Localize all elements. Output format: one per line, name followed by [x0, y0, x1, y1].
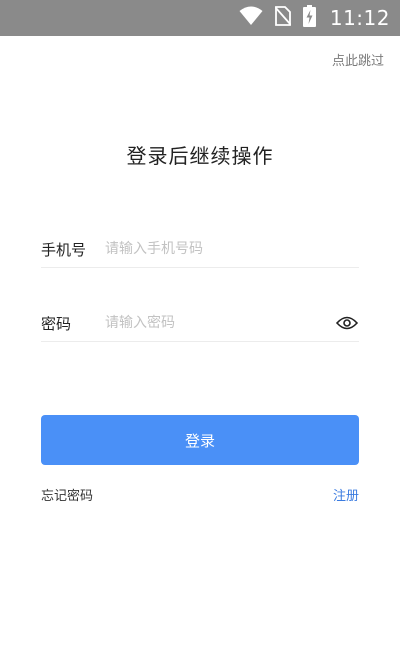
password-label: 密码 [41, 314, 72, 333]
phone-input[interactable] [105, 234, 359, 264]
password-field-row: 密码 [41, 305, 359, 342]
phone-field-row: 手机号 [41, 231, 359, 268]
forgot-password-link[interactable]: 忘记密码 [41, 485, 93, 504]
password-input[interactable] [105, 308, 335, 338]
status-time: 11:12 [329, 6, 390, 30]
no-sim-icon [274, 6, 292, 30]
skip-link[interactable]: 点此跳过 [332, 50, 384, 69]
battery-charging-icon [302, 5, 316, 31]
status-bar: 11:12 [0, 0, 400, 36]
register-link[interactable]: 注册 [333, 485, 359, 504]
page-title: 登录后继续操作 [126, 144, 274, 168]
eye-icon[interactable] [335, 311, 359, 335]
wifi-icon [239, 6, 263, 30]
status-icons: 11:12 [239, 0, 390, 36]
login-button[interactable]: 登录 [41, 415, 359, 465]
phone-label: 手机号 [41, 240, 87, 259]
